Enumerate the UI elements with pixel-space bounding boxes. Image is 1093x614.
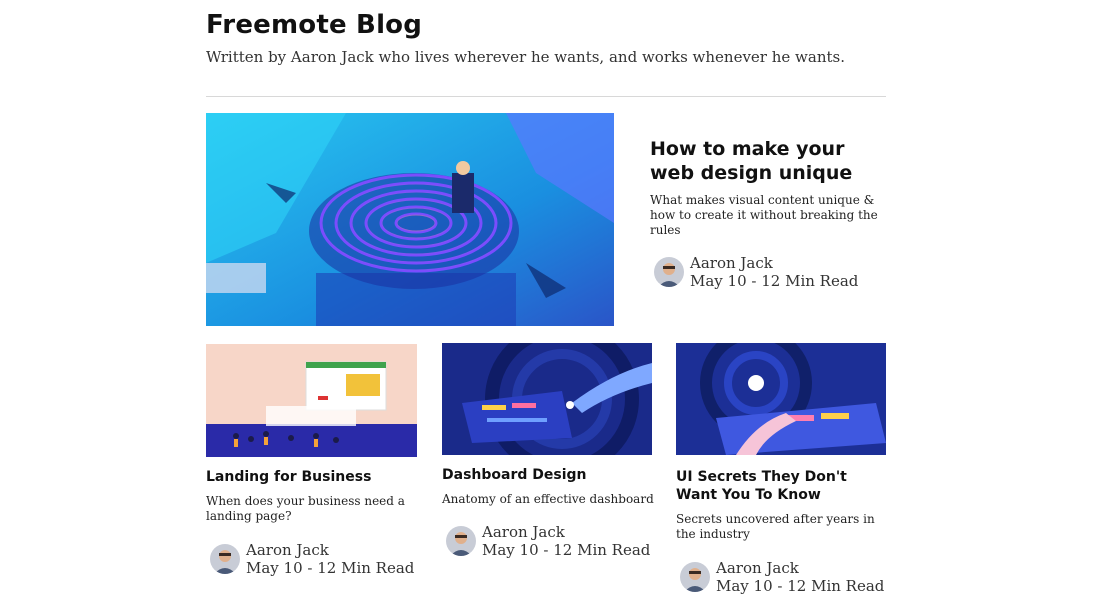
post-author-dashboard: Aaron Jack May 10 - 12 Min Read (446, 523, 650, 559)
blog-title: Freemote Blog (206, 10, 423, 40)
featured-post-image[interactable] (206, 113, 614, 326)
post-author-secrets: Aaron Jack May 10 - 12 Min Read (680, 559, 884, 595)
post-meta: May 10 - 12 Min Read (690, 272, 859, 290)
post-image-secrets[interactable] (676, 343, 886, 455)
post-image-landing[interactable] (206, 344, 417, 457)
post-author-landing: Aaron Jack May 10 - 12 Min Read (210, 541, 414, 577)
post-title-landing[interactable]: Landing for Business (206, 468, 426, 486)
author-avatar (654, 257, 684, 287)
author-avatar (446, 526, 476, 556)
header-divider (206, 96, 886, 97)
featured-post-author: Aaron Jack May 10 - 12 Min Read (654, 254, 858, 290)
post-title-dashboard[interactable]: Dashboard Design (442, 466, 662, 484)
post-image-dashboard[interactable] (442, 343, 652, 455)
blog-subtitle: Written by Aaron Jack who lives wherever… (206, 48, 845, 66)
post-description-secrets: Secrets uncovered after years in the ind… (676, 512, 875, 541)
post-meta: May 10 - 12 Min Read (482, 541, 651, 559)
author-avatar (210, 544, 240, 574)
author-name: Aaron Jack (690, 254, 773, 272)
author-name: Aaron Jack (716, 559, 799, 577)
author-name: Aaron Jack (482, 523, 565, 541)
featured-post-description: What makes visual content unique & how t… (650, 193, 878, 237)
author-avatar (680, 562, 710, 592)
post-description-dashboard: Anatomy of an effective dashboard (442, 492, 654, 506)
post-title-secrets[interactable]: UI Secrets They Don't Want You To Know (676, 468, 881, 504)
featured-post-title[interactable]: How to make your web design unique (650, 137, 890, 185)
post-meta: May 10 - 12 Min Read (246, 559, 415, 577)
post-meta: May 10 - 12 Min Read (716, 577, 885, 595)
author-name: Aaron Jack (246, 541, 329, 559)
post-description-landing: When does your business need a landing p… (206, 494, 405, 523)
